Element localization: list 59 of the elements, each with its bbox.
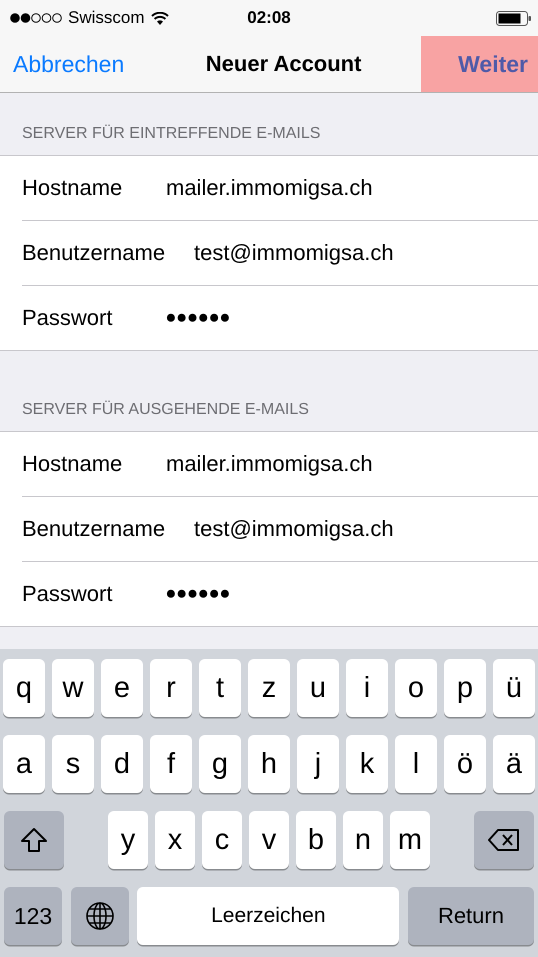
return-key[interactable]: Return <box>408 887 534 945</box>
letter-key[interactable]: ö <box>444 735 486 793</box>
letter-key[interactable]: t <box>199 659 241 717</box>
shift-key[interactable] <box>4 811 64 869</box>
letter-key[interactable]: p <box>444 659 486 717</box>
input-field[interactable]: test@immomigsa.ch <box>194 221 394 285</box>
letter-key[interactable]: e <box>101 659 143 717</box>
input-field[interactable]: mailer.immomigsa.ch <box>166 156 373 220</box>
letter-key[interactable]: j <box>297 735 339 793</box>
letter-key[interactable]: f <box>150 735 192 793</box>
backspace-icon <box>487 828 521 852</box>
letter-key[interactable]: x <box>155 811 195 869</box>
letter-key[interactable]: s <box>52 735 94 793</box>
numbers-key[interactable]: 123 <box>4 887 62 945</box>
letter-key[interactable]: v <box>249 811 289 869</box>
field-label: Passwort <box>22 580 114 608</box>
letter-key[interactable]: k <box>346 735 388 793</box>
battery-icon <box>496 10 532 26</box>
space-key[interactable]: Leerzeichen <box>137 887 400 945</box>
field-label: Benutzername <box>22 515 166 543</box>
section-header: SERVER FÜR EINTREFFENDE E-MAILS <box>22 125 320 143</box>
letter-key[interactable]: c <box>202 811 242 869</box>
letter-key[interactable]: ä <box>493 735 535 793</box>
delete-key[interactable] <box>474 811 534 869</box>
field-label: Hostname <box>22 450 124 478</box>
nav-title: Neuer Account <box>206 51 362 77</box>
field-label: Passwort <box>22 304 114 332</box>
cancel-button[interactable]: Abbrechen <box>0 50 124 78</box>
letter-key[interactable]: z <box>248 659 290 717</box>
section-header: SERVER FÜR AUSGEHENDE E-MAILS <box>22 401 309 419</box>
input-field[interactable]: •••••• <box>166 562 231 626</box>
letter-key[interactable]: h <box>248 735 290 793</box>
letter-key[interactable]: l <box>395 735 437 793</box>
signal-icon <box>10 12 62 24</box>
carrier-name: Swisscom <box>68 8 145 28</box>
letter-key[interactable]: b <box>296 811 336 869</box>
letter-key[interactable]: u <box>297 659 339 717</box>
input-field[interactable]: •••••• <box>166 286 231 350</box>
field-label: Hostname <box>22 174 124 202</box>
wifi-icon <box>150 12 169 24</box>
letter-key[interactable]: a <box>3 735 45 793</box>
letter-key[interactable]: q <box>3 659 45 717</box>
field-label: Benutzername <box>22 239 166 267</box>
input-field[interactable]: mailer.immomigsa.ch <box>166 432 373 496</box>
letter-key[interactable]: i <box>346 659 388 717</box>
letter-key[interactable]: g <box>199 735 241 793</box>
letter-key[interactable]: r <box>150 659 192 717</box>
letter-key[interactable]: o <box>395 659 437 717</box>
letter-key[interactable]: m <box>390 811 430 869</box>
globe-icon <box>84 901 115 931</box>
letter-key[interactable]: d <box>101 735 143 793</box>
input-field[interactable]: test@immomigsa.ch <box>194 497 394 561</box>
shift-icon <box>20 827 48 853</box>
letter-key[interactable]: n <box>343 811 383 869</box>
letter-key[interactable]: y <box>108 811 148 869</box>
letter-key[interactable]: w <box>52 659 94 717</box>
globe-key[interactable] <box>70 887 129 945</box>
status-time: 02:08 <box>247 8 291 28</box>
letter-key[interactable]: ü <box>493 659 535 717</box>
